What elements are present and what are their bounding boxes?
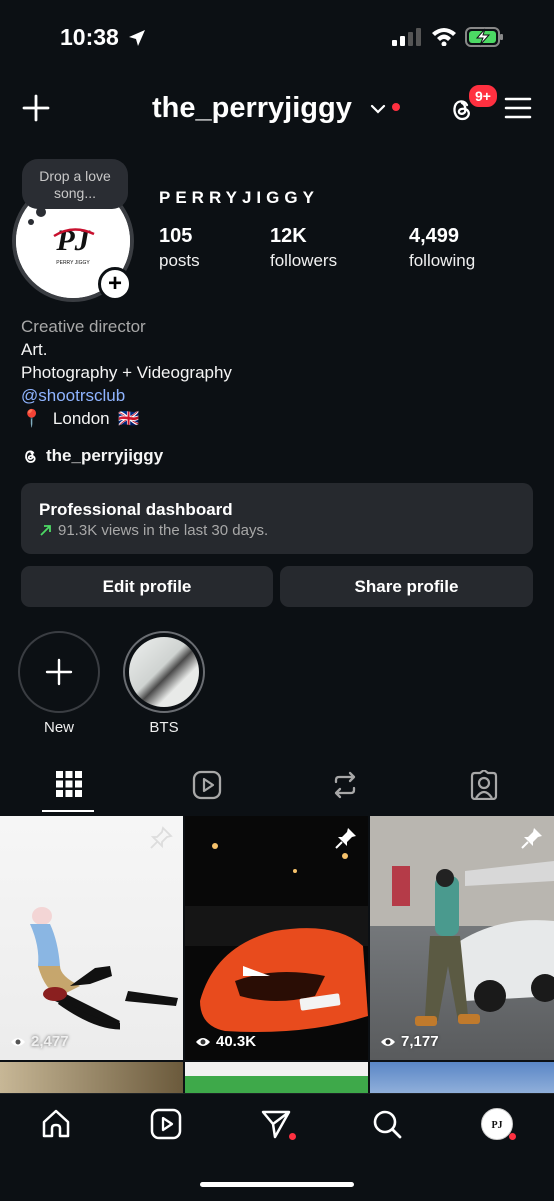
edit-profile-button[interactable]: Edit profile	[21, 566, 273, 607]
stat-label: followers	[270, 251, 338, 270]
post-views-count: 2,477	[31, 1033, 69, 1050]
following-count[interactable]: 4,499 following	[409, 225, 475, 271]
battery-charging-icon	[465, 27, 503, 47]
status-time: 10:38	[60, 24, 119, 50]
menu-icon[interactable]	[504, 96, 532, 120]
share-profile-button[interactable]: Share profile	[280, 566, 533, 607]
search-icon[interactable]	[371, 1108, 403, 1140]
home-icon[interactable]	[40, 1108, 72, 1140]
post-image	[185, 843, 368, 1032]
posts-count[interactable]: 105 posts	[159, 225, 200, 271]
post-image	[30, 907, 178, 1030]
wifi-icon	[432, 28, 456, 46]
highlight-cover	[129, 637, 199, 707]
threads-icon	[25, 450, 36, 463]
highlight-label: New	[43, 719, 74, 736]
stat-value: 105	[159, 225, 193, 247]
stat-label: posts	[159, 251, 200, 270]
profile-bio: Creative director Art. Photography + Vid…	[21, 315, 232, 430]
cellular-signal-icon	[392, 28, 421, 46]
reposts-icon[interactable]	[330, 770, 360, 800]
post-views-count: 40.3K	[216, 1033, 257, 1050]
pin-icon	[150, 826, 173, 849]
note-bubble[interactable]: Drop a love song...	[22, 159, 128, 209]
post-thumbnail[interactable]: 7,177	[370, 816, 554, 1060]
pj-logo-icon: PJ	[491, 1120, 502, 1131]
post-views-count: 7,177	[401, 1033, 439, 1050]
stat-value: 4,499	[409, 225, 460, 247]
uk-flag-icon: 🇬🇧	[118, 409, 140, 428]
profile-notification-dot	[509, 1133, 516, 1140]
home-indicator	[200, 1182, 354, 1187]
grid-icon[interactable]	[55, 770, 83, 798]
dashboard-title: Professional dashboard	[39, 500, 233, 519]
note-bubble-tail	[28, 219, 34, 225]
post-thumbnail[interactable]: 40.3K	[185, 816, 368, 1060]
trend-up-arrow-icon	[40, 525, 51, 536]
new-highlight-button[interactable]	[18, 631, 100, 713]
avatar-logo-text: PJ	[491, 1120, 502, 1131]
active-tab-indicator	[42, 810, 94, 812]
account-notification-dot	[392, 103, 400, 111]
post-views: 2,477	[10, 1033, 69, 1050]
post-views: 7,177	[380, 1033, 439, 1050]
highlight-bts[interactable]	[123, 631, 205, 713]
eye-icon	[11, 1037, 25, 1046]
reels-icon[interactable]	[150, 1108, 182, 1140]
followers-count[interactable]: 12K followers	[270, 225, 337, 271]
display-name: PERRYJIGGY	[159, 188, 319, 207]
bio-location: 📍 London 🇬🇧	[21, 407, 232, 430]
create-plus-icon[interactable]	[22, 94, 50, 122]
pin-icon	[521, 828, 542, 849]
threads-handle: the_perryjiggy	[46, 446, 164, 465]
add-story-button[interactable]: +	[98, 267, 132, 301]
location-pin-icon: 📍	[21, 409, 43, 428]
plus-icon	[45, 658, 73, 686]
professional-dashboard[interactable]: Professional dashboard 91.3K views in th…	[21, 483, 533, 554]
post-thumbnail[interactable]: 2,477	[0, 816, 183, 1060]
bio-line: Art.	[21, 340, 48, 359]
bio-line: Photography + Videography	[21, 363, 232, 382]
dashboard-subtitle: 91.3K views in the last 30 days.	[39, 522, 268, 539]
chevron-down-icon[interactable]	[370, 104, 386, 114]
threads-badge: 9+	[467, 83, 499, 109]
eye-icon	[381, 1037, 395, 1046]
messages-icon[interactable]	[260, 1108, 292, 1140]
post-views: 40.3K	[195, 1033, 256, 1050]
stat-value: 12K	[270, 225, 307, 247]
highlight-label: BTS	[149, 719, 179, 736]
eye-icon	[196, 1037, 210, 1046]
pin-icon	[335, 828, 356, 849]
bio-location-text: London	[52, 409, 110, 428]
tagged-icon[interactable]	[469, 770, 499, 800]
dashboard-views-text: 91.3K views in the last 30 days.	[58, 522, 269, 539]
bio-mention-link[interactable]: @shootrsclub	[21, 384, 232, 407]
post-image	[370, 816, 554, 1026]
reels-icon[interactable]	[192, 770, 222, 800]
stat-label: following	[409, 251, 476, 270]
avatar-logo-sub: PERRY JIGGY	[56, 260, 90, 266]
messages-notification-dot	[289, 1133, 296, 1140]
location-arrow-icon	[129, 30, 145, 46]
profile-username[interactable]: the_perryjiggy	[152, 92, 352, 125]
bio-category: Creative director	[21, 317, 146, 336]
threads-profile-link[interactable]: the_perryjiggy	[21, 446, 163, 466]
